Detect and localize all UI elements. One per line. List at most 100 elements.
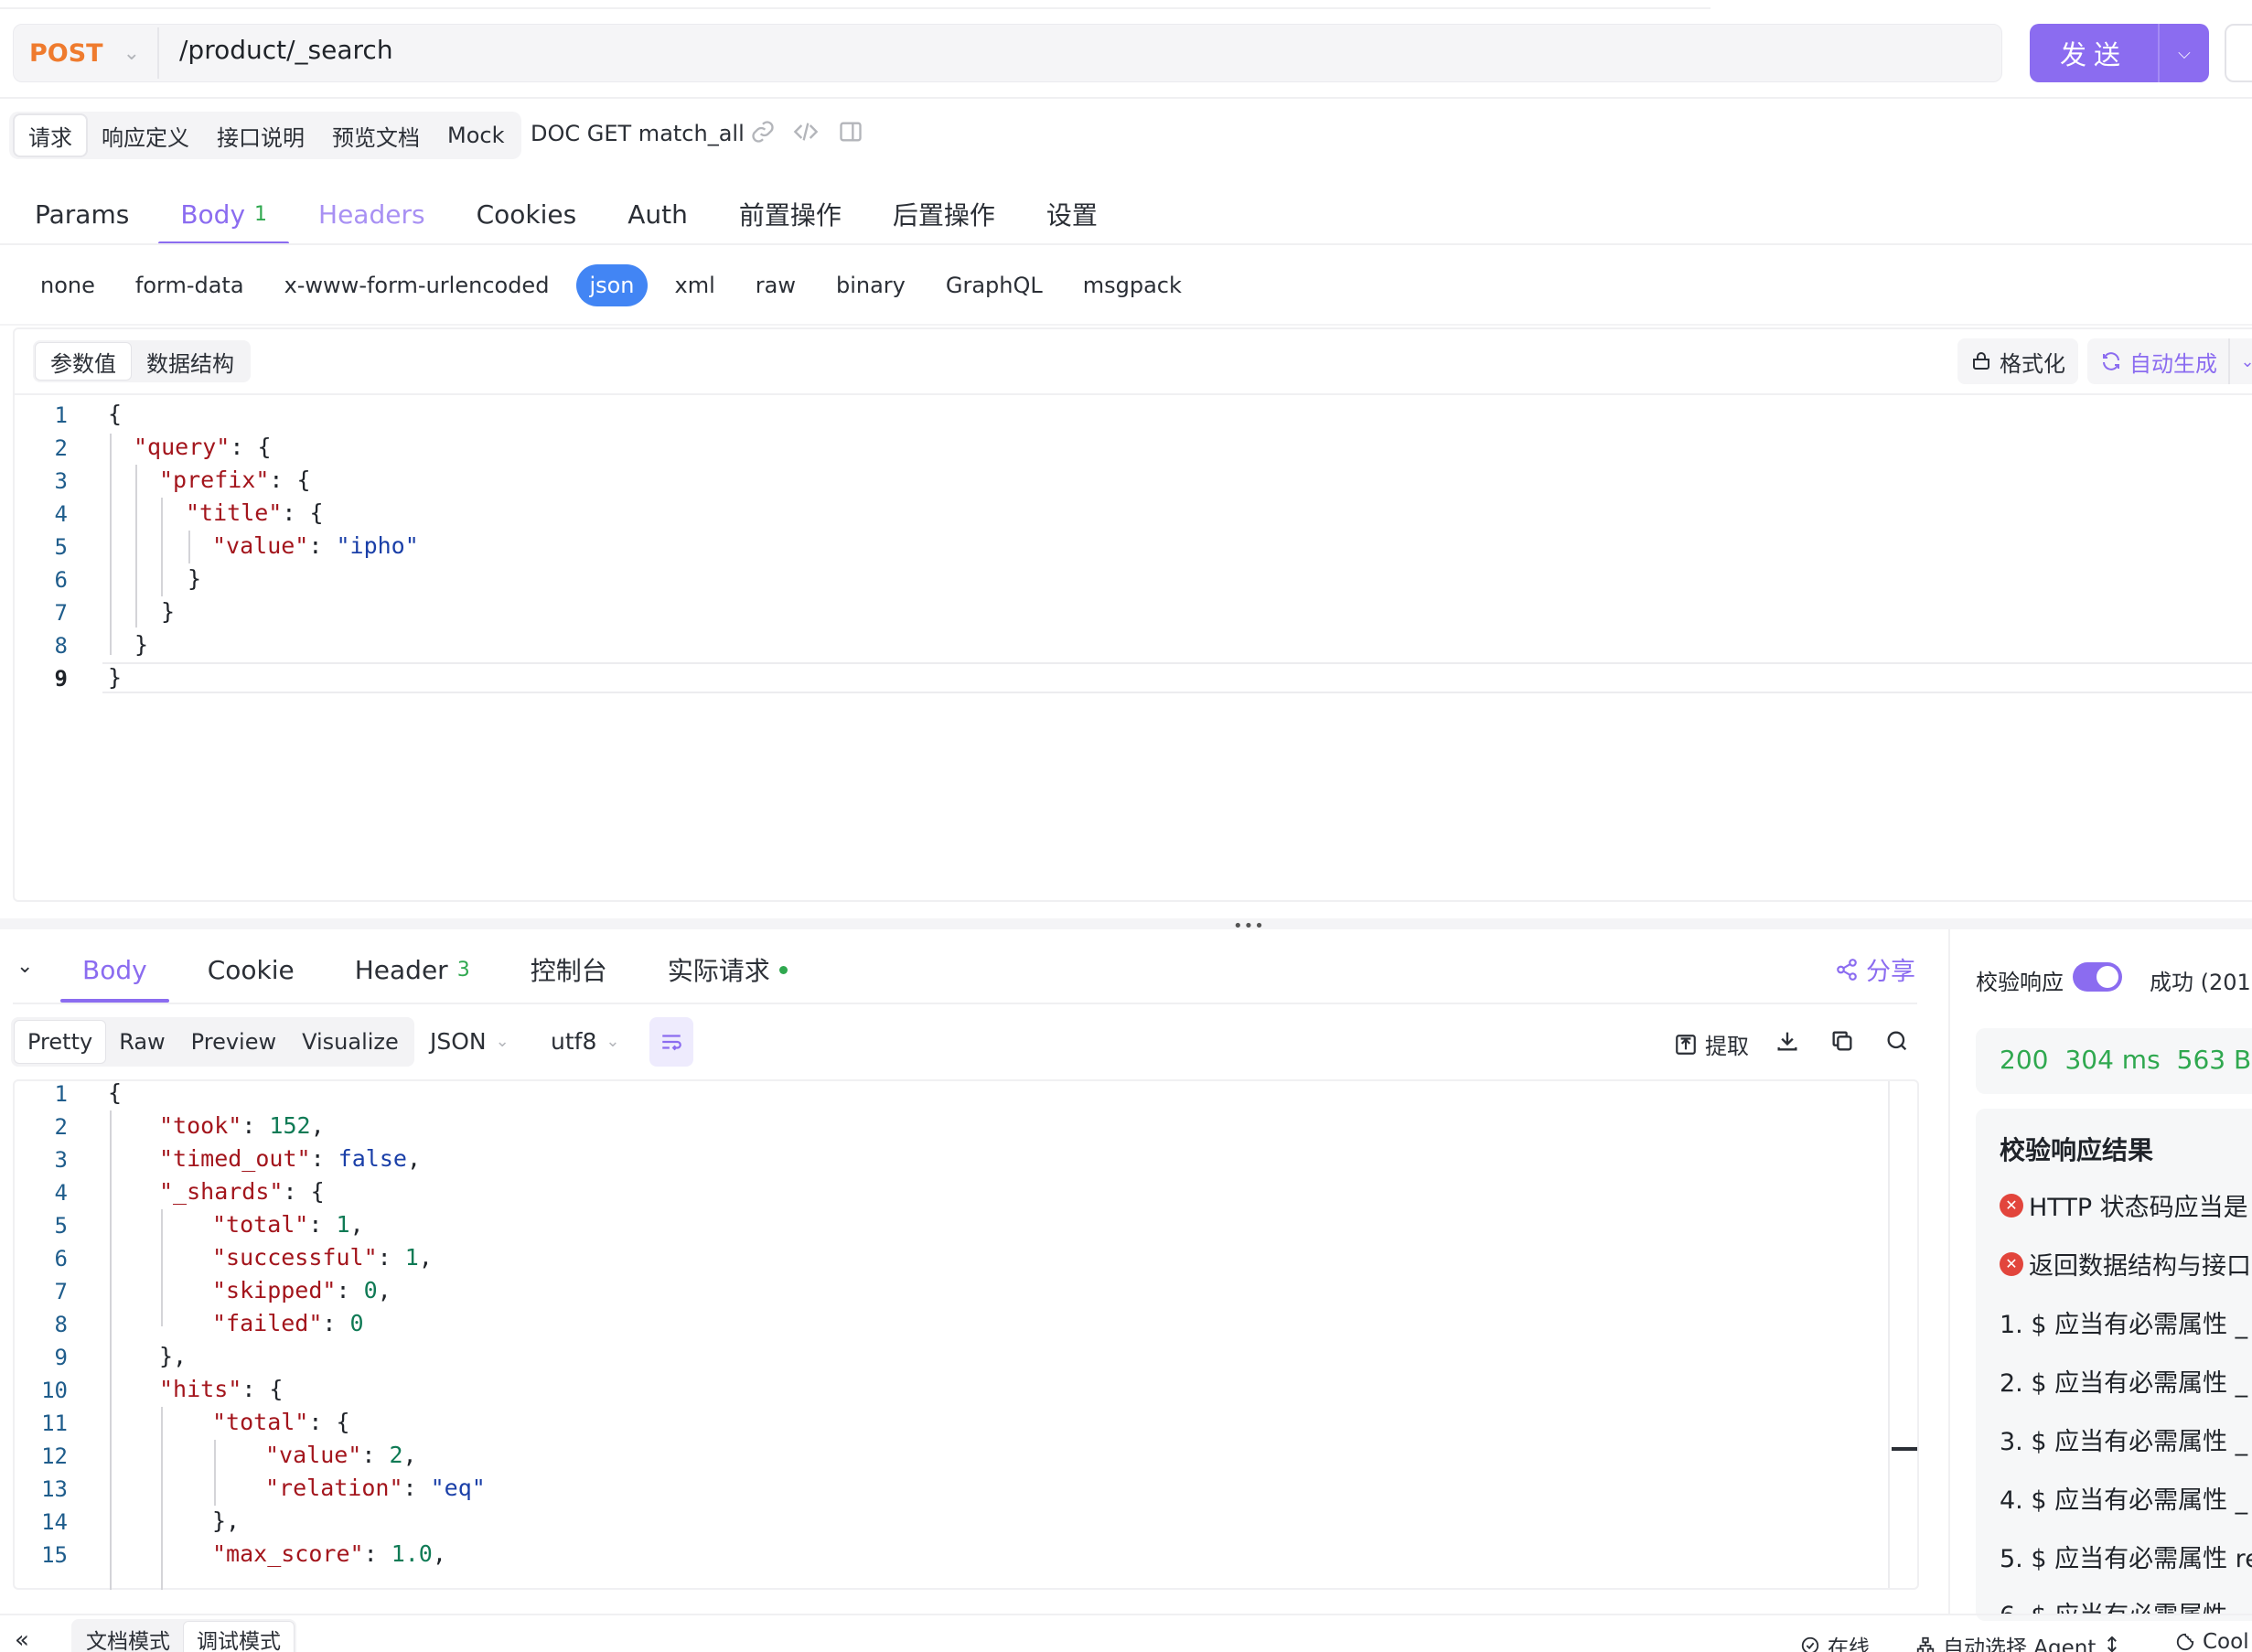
drag-handle-icon[interactable]: ••• — [1233, 917, 1265, 936]
code-line: "title": { — [186, 499, 324, 526]
tab-label: Body — [82, 954, 147, 985]
send-dropdown-button[interactable]: ⌵ — [2160, 24, 2209, 82]
error-text: 返回数据结构与接口 — [2029, 1252, 2251, 1281]
link-icon[interactable] — [750, 119, 776, 148]
subtab-request[interactable]: 请求 — [13, 113, 88, 157]
indent-guide — [161, 498, 163, 596]
url-input[interactable]: /product/_search — [179, 35, 393, 65]
panel-splitter[interactable] — [0, 918, 2252, 929]
view-preview[interactable]: Preview — [178, 1020, 289, 1064]
body-type-json[interactable]: json — [576, 264, 648, 306]
subtab-response-definition[interactable]: 响应定义 — [88, 113, 203, 157]
code-line: "skipped": 0, — [212, 1277, 391, 1303]
response-case-select[interactable]: 成功 (201 — [2150, 964, 2251, 996]
auto-generate-button[interactable]: 自动生成 — [2087, 338, 2230, 384]
auto-generate-dropdown[interactable]: ⌄ — [2228, 338, 2252, 384]
send-button[interactable]: 发送 — [2030, 24, 2158, 82]
validation-results-title: 校验响应结果 — [2000, 1135, 2154, 1165]
request-body-editor[interactable] — [13, 327, 2252, 902]
body-type-form-data[interactable]: form-data — [123, 264, 257, 306]
tab-params[interactable]: Params — [13, 183, 151, 245]
collapse-sidebar-icon[interactable]: « — [15, 1626, 29, 1652]
body-type-xml[interactable]: xml — [662, 264, 728, 306]
divider — [1948, 929, 1950, 1615]
tab-label: 实际请求 — [667, 956, 770, 986]
body-type-binary[interactable]: binary — [823, 264, 918, 306]
tab-response-cookie[interactable]: Cookie — [186, 937, 316, 1003]
validation-error: ✕ 返回数据结构与接口 — [2000, 1246, 2251, 1282]
tab-response-header[interactable]: Header 3 — [333, 937, 492, 1003]
tab-actual-request[interactable]: 实际请求 — [646, 937, 810, 1003]
download-icon[interactable] — [1775, 1028, 1800, 1057]
chevron-down-icon: ⌄ — [495, 1032, 509, 1051]
tab-post-processors[interactable]: 后置操作 — [871, 183, 1017, 245]
response-scrollbar[interactable] — [1888, 1081, 1917, 1588]
validation-error: ✕ HTTP 状态码应当是 — [2000, 1187, 2248, 1223]
line-number: 6 — [54, 567, 68, 593]
divider — [157, 27, 159, 79]
cookie-manager[interactable]: Cool — [2175, 1630, 2249, 1652]
mode-debug[interactable]: 调试模式 — [183, 1621, 295, 1652]
code-icon[interactable] — [792, 119, 820, 148]
format-button[interactable]: 格式化 — [1957, 338, 2078, 384]
subtab-preview-doc[interactable]: 预览文档 — [318, 113, 434, 157]
line-number: 15 — [41, 1542, 68, 1568]
sub-tabs: 请求 响应定义 接口说明 预览文档 Mock — [13, 113, 518, 157]
body-type-graphql[interactable]: GraphQL — [933, 264, 1056, 306]
validate-response-label: 校验响应 — [1976, 970, 2064, 995]
subtab-api-description[interactable]: 接口说明 — [203, 113, 318, 157]
word-wrap-button[interactable] — [649, 1017, 693, 1067]
chevron-updown-icon: ↕ — [2103, 1634, 2121, 1652]
side-panel-icon[interactable] — [838, 119, 863, 148]
tab-label: 设置 — [1046, 200, 1098, 231]
method-select[interactable]: POST ⌄ — [15, 27, 152, 79]
indent-guide — [110, 434, 112, 655]
code-line: "failed": 0 — [212, 1310, 364, 1336]
view-pretty[interactable]: Pretty — [14, 1020, 107, 1064]
body-type-urlencoded[interactable]: x-www-form-urlencoded — [272, 264, 563, 306]
tab-body[interactable]: Body 1 — [158, 183, 289, 245]
tab-auth[interactable]: Auth — [606, 183, 710, 245]
tab-settings[interactable]: 设置 — [1024, 183, 1120, 245]
body-type-none[interactable]: none — [27, 264, 108, 306]
online-status[interactable]: 在线 — [1800, 1630, 1870, 1652]
tab-headers[interactable]: Headers — [296, 183, 447, 245]
error-text: HTTP 状态码应当是 — [2029, 1194, 2248, 1222]
subtab-mock[interactable]: Mock — [434, 113, 518, 157]
collapse-icon[interactable]: ⌄ — [16, 955, 33, 978]
line-number: 5 — [54, 534, 68, 560]
code-line: "_shards": { — [159, 1178, 325, 1205]
search-icon[interactable] — [1884, 1028, 1910, 1057]
extract-button[interactable]: 提取 — [1674, 1028, 1749, 1060]
copy-icon[interactable] — [1829, 1028, 1855, 1057]
body-type-raw[interactable]: raw — [743, 264, 809, 306]
tab-cookies[interactable]: Cookies — [455, 183, 599, 245]
tab-label: Params — [35, 198, 130, 230]
body-type-msgpack[interactable]: msgpack — [1070, 264, 1195, 306]
encoding-select[interactable]: utf8 ⌄ — [551, 1028, 619, 1055]
view-visualize[interactable]: Visualize — [289, 1020, 412, 1064]
validation-item: 5. $ 应当有必需属性 re — [2000, 1545, 2252, 1573]
seg-data-structure[interactable]: 数据结构 — [132, 342, 249, 381]
line-number: 1 — [54, 1081, 68, 1107]
tab-response-body[interactable]: Body — [60, 937, 169, 1003]
scrollbar-thumb[interactable] — [1892, 1447, 1917, 1451]
seg-param-values[interactable]: 参数值 — [35, 342, 132, 381]
mode-doc[interactable]: 文档模式 — [73, 1621, 183, 1652]
tab-console[interactable]: 控制台 — [509, 937, 629, 1003]
share-button[interactable]: 分享 — [1835, 951, 1915, 987]
view-raw[interactable]: Raw — [106, 1020, 177, 1064]
validation-item: 1. $ 应当有必需属性 _ — [2000, 1311, 2248, 1339]
error-icon: ✕ — [2000, 1251, 2023, 1276]
tab-pre-processors[interactable]: 前置操作 — [717, 183, 863, 245]
magic-wand-icon — [1973, 352, 1989, 370]
save-button[interactable] — [2225, 24, 2252, 82]
divider — [13, 393, 2252, 395]
agent-select[interactable]: 自动选择 Agent ↕ — [1915, 1630, 2121, 1652]
response-tabs: Body Cookie Header 3 控制台 实际请求 — [60, 937, 826, 1003]
line-number: 7 — [54, 600, 68, 626]
line-number: 10 — [41, 1378, 68, 1403]
indent-guide — [188, 531, 190, 563]
line-number: 12 — [41, 1443, 68, 1469]
format-select[interactable]: JSON ⌄ — [430, 1028, 509, 1055]
